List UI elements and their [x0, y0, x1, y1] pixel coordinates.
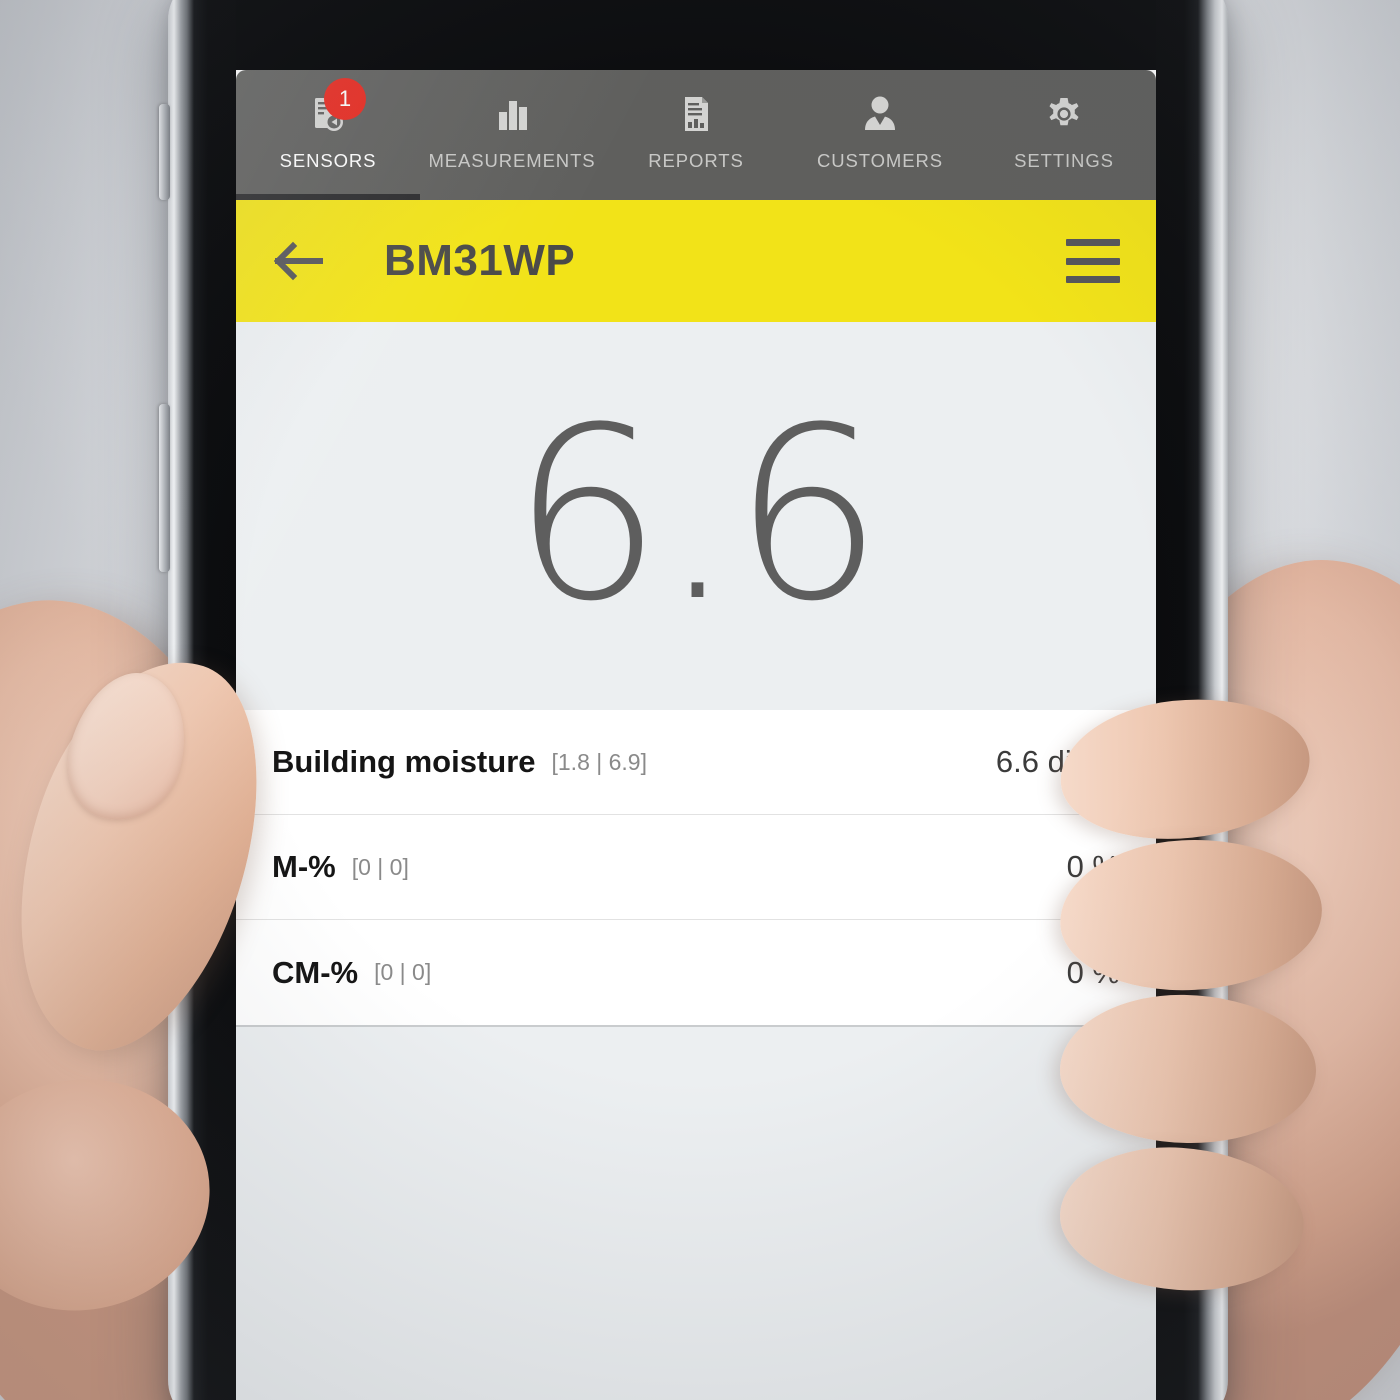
person-icon — [856, 90, 904, 138]
tab-measurements[interactable]: MEASUREMENTS — [420, 70, 604, 200]
bar-chart-icon — [488, 90, 536, 138]
tab-customers[interactable]: CUSTOMERS — [788, 70, 972, 200]
primary-reading-panel: 6.6 — [236, 322, 1156, 710]
empty-content-area — [236, 1027, 1156, 1400]
active-tab-indicator — [236, 194, 420, 200]
measurement-name: M-% — [272, 849, 336, 884]
top-tab-bar: 1 SENSORS MEASUREMENTS REPORTS CUSTOMERS… — [236, 70, 1156, 200]
hamburger-line — [1066, 239, 1120, 246]
phone-top-bezel — [236, 0, 1156, 70]
table-row[interactable]: CM-% [0 | 0] 0 % — [236, 920, 1156, 1025]
tab-reports-label: REPORTS — [648, 150, 744, 171]
tab-sensors-label: SENSORS — [279, 150, 377, 171]
report-document-icon — [672, 90, 720, 138]
hamburger-line — [1066, 257, 1120, 265]
tab-reports[interactable]: REPORTS — [604, 70, 788, 200]
measurement-range: [0 | 0] — [351, 853, 409, 880]
table-row[interactable]: M-% [0 | 0] 0 % — [236, 815, 1156, 920]
hamburger-menu-icon[interactable] — [1066, 239, 1120, 283]
page-title: BM31WP — [384, 236, 576, 285]
primary-reading-value: 6.6 — [511, 377, 883, 654]
arrow-left-icon[interactable] — [272, 233, 328, 289]
phone-device: 1 SENSORS MEASUREMENTS REPORTS CUSTOMERS… — [159, 0, 1228, 1400]
measurement-list: Building moisture [1.8 | 6.9] 6.6 digits… — [236, 710, 1156, 1027]
gear-icon — [1040, 90, 1088, 138]
phone-power-button — [159, 404, 170, 572]
measurement-range: [0 | 0] — [374, 959, 432, 985]
table-row[interactable]: Building moisture [1.8 | 6.9] 6.6 digits — [236, 710, 1156, 815]
tab-measurements-label: MEASUREMENTS — [428, 150, 596, 171]
measurement-range: [1.8 | 6.9] — [551, 748, 647, 775]
measurement-name: CM-% — [272, 954, 359, 990]
app-bar: BM31WP — [236, 200, 1156, 322]
phone-screen: 1 SENSORS MEASUREMENTS REPORTS CUSTOMERS… — [236, 70, 1156, 1400]
tab-settings[interactable]: SETTINGS — [972, 70, 1156, 200]
phone-volume-button — [159, 104, 170, 200]
measurement-value: 6.6 digits — [995, 744, 1120, 779]
hamburger-line — [1066, 276, 1120, 283]
tab-sensors[interactable]: 1 SENSORS — [236, 70, 420, 200]
tab-settings-label: SETTINGS — [1014, 150, 1114, 171]
tab-customers-label: CUSTOMERS — [817, 150, 943, 171]
sensors-badge: 1 — [324, 78, 366, 120]
photo-scene: 1 SENSORS MEASUREMENTS REPORTS CUSTOMERS… — [0, 0, 1400, 1400]
measurement-value: 0 % — [1066, 849, 1120, 884]
measurement-value: 0 % — [1066, 954, 1120, 990]
measurement-name: Building moisture — [272, 744, 536, 779]
sensor-device-icon: 1 — [304, 78, 366, 138]
